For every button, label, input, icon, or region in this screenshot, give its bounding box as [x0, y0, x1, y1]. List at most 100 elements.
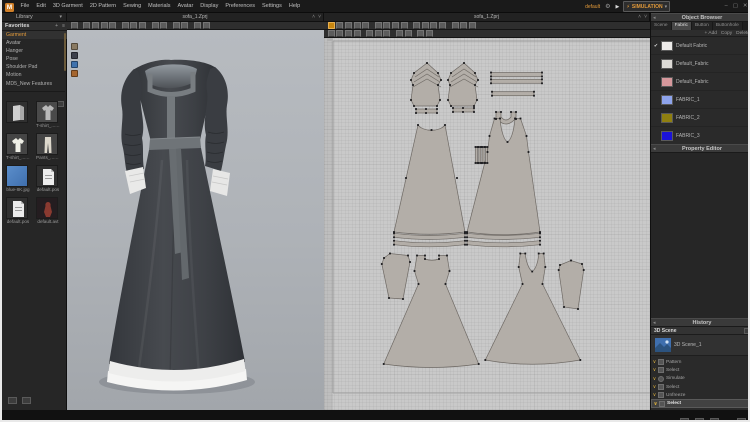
sidebar-item-shoulder-pad[interactable]: Shoulder Pad [2, 63, 67, 71]
pointer-icon[interactable]: ▶ [615, 4, 619, 10]
scene-options-icon[interactable] [744, 327, 748, 334]
library-thumb-blue-texture[interactable]: blue-8K.jpg [6, 165, 30, 193]
fabric-row[interactable]: ✔ Default Fabric [651, 37, 748, 55]
3d-tool-icon[interactable] [138, 22, 146, 29]
history-entry[interactable]: ∨ Pattern [651, 358, 748, 366]
2d-tool-icon[interactable] [383, 22, 391, 29]
viewport-3d[interactable] [67, 30, 324, 410]
2d-transform-tool-icon[interactable] [327, 22, 335, 29]
pattern-canvas-2d[interactable] [324, 38, 650, 410]
3d-tool-icon[interactable] [83, 22, 91, 29]
sidebar-scrollbar[interactable] [64, 33, 66, 71]
fabric-row[interactable]: FABRIC_2 [651, 109, 748, 127]
simulation-caret-icon[interactable]: ▾ [665, 4, 668, 10]
fabric-row[interactable]: FABRIC_3 [651, 127, 748, 145]
2d-tool-icon[interactable] [344, 30, 352, 37]
2d-tool-icon[interactable] [383, 30, 391, 37]
history-control-icon[interactable] [737, 418, 746, 420]
library-thumb-pants[interactable]: Pants_...pac [36, 133, 60, 161]
pane-collapse-up-icon[interactable]: ˄ [638, 13, 641, 22]
2d-tool-icon[interactable] [404, 30, 412, 37]
2d-tool-icon[interactable] [336, 30, 344, 37]
tab-fabric[interactable]: Fabric [671, 22, 692, 30]
3d-tool-icon[interactable] [130, 22, 138, 29]
minimize-button[interactable]: – [722, 0, 730, 13]
fabric-row[interactable]: Default_Fabric ▫ [651, 55, 748, 73]
history-control-icon[interactable] [709, 418, 719, 420]
2d-tool-icon[interactable] [353, 30, 361, 37]
2d-tool-icon[interactable] [366, 30, 374, 37]
close-button[interactable]: ✕ [740, 0, 748, 13]
tab-scene[interactable]: Scene [651, 22, 672, 30]
3d-tool-icon[interactable] [202, 22, 210, 29]
3d-tool-icon[interactable] [181, 22, 189, 29]
sidebar-footer-icon[interactable] [7, 397, 17, 404]
library-thumb-pose-file[interactable]: default.pos [6, 197, 30, 225]
sidebar-footer-icon[interactable] [22, 397, 32, 404]
sidebar-item-motion[interactable]: Motion [2, 71, 67, 79]
menu-avatar[interactable]: Avatar [174, 0, 197, 13]
sidebar-item-garment[interactable]: Garment [2, 30, 67, 39]
3d-tool-icon[interactable] [91, 22, 99, 29]
favorites-add-icon[interactable]: + [55, 23, 58, 29]
menu-settings[interactable]: Settings [258, 0, 285, 13]
tab-buttonhole[interactable]: Buttonhole [712, 22, 743, 30]
library-thumb-white-tshirt[interactable]: T-shirt_...pac [6, 133, 30, 161]
favorites-menu-icon[interactable]: ≡ [62, 23, 65, 29]
pane-collapse-up-icon[interactable]: ˄ [312, 13, 315, 22]
tab-button[interactable]: Button [691, 22, 713, 30]
3d-tool-icon[interactable] [109, 22, 117, 29]
2d-tool-icon[interactable] [344, 22, 352, 29]
library-dropdown[interactable]: Library ▾ [2, 13, 67, 22]
menu-display[interactable]: Display [197, 0, 222, 13]
menu-materials[interactable]: Materials [145, 0, 174, 13]
3d-tool-icon[interactable] [70, 22, 78, 29]
simulation-button[interactable]: ⚡ SIMULATION ▾ [623, 1, 671, 12]
3d-tool-icon[interactable] [151, 22, 159, 29]
2d-tool-icon[interactable] [400, 22, 408, 29]
history-control-icon[interactable] [694, 418, 704, 420]
sidebar-item-avatar[interactable]: Avatar [2, 39, 67, 47]
scene-item-row[interactable]: 3D Scene_1 [651, 335, 748, 356]
history-control-icon[interactable] [679, 418, 689, 420]
sidebar-item-pose[interactable]: Pose [2, 55, 67, 63]
preset-label[interactable]: default [585, 4, 600, 10]
2d-tool-icon[interactable] [451, 22, 459, 29]
app-logo[interactable]: M [5, 2, 14, 12]
object-browser-header[interactable]: ◂ Object Browser ▸ [651, 13, 748, 22]
menu-file[interactable]: File [17, 0, 33, 13]
2d-tool-icon[interactable] [353, 22, 361, 29]
2d-tool-icon[interactable] [430, 22, 438, 29]
2d-tool-icon[interactable] [374, 30, 382, 37]
history-entry[interactable]: ∨ Select [651, 383, 748, 391]
3d-tool-icon[interactable] [160, 22, 168, 29]
3d-tool-icon[interactable] [172, 22, 180, 29]
menu-edit[interactable]: Edit [33, 0, 49, 13]
property-editor-header[interactable]: ◂ Property Editor ▸ [651, 144, 748, 153]
3d-tool-icon[interactable] [121, 22, 129, 29]
menu-preferences[interactable]: Preferences [222, 0, 259, 13]
sidebar-item-hanger[interactable]: Hanger [2, 47, 67, 55]
2d-tool-icon[interactable] [413, 22, 421, 29]
add-fabric-button[interactable]: + Add [705, 31, 717, 36]
2d-tool-icon[interactable] [468, 22, 476, 29]
library-dropdown-caret-icon[interactable]: ▾ [59, 13, 62, 22]
2d-tool-icon[interactable] [374, 22, 382, 29]
menu-3d-garment[interactable]: 3D Garment [49, 0, 86, 13]
sidebar-item-md5-new-features[interactable]: MD5_New Features [2, 80, 67, 88]
pane-collapse-down-icon[interactable]: ˅ [644, 13, 647, 22]
2d-tool-icon[interactable] [327, 30, 335, 37]
history-entry[interactable]: ∨ Select [651, 366, 748, 374]
library-thumb-avatar[interactable]: default.avt [36, 197, 60, 225]
history-entry-active[interactable]: ∨ Select [651, 399, 748, 408]
3d-tool-icon[interactable] [193, 22, 201, 29]
pane-collapse-down-icon[interactable]: ˅ [318, 13, 321, 22]
fabric-row[interactable]: Default_Fabric ▫ [651, 73, 748, 91]
library-thumb-pose-file[interactable]: default.pos [36, 165, 60, 193]
2d-tool-icon[interactable] [362, 22, 370, 29]
fabric-row[interactable]: FABRIC_1 [651, 91, 748, 109]
library-thumb-gray-tshirt[interactable]: T-shirt_...pac [36, 101, 60, 129]
2d-tool-icon[interactable] [421, 22, 429, 29]
menu-2d-pattern[interactable]: 2D Pattern [86, 0, 119, 13]
2d-tool-icon[interactable] [395, 30, 403, 37]
